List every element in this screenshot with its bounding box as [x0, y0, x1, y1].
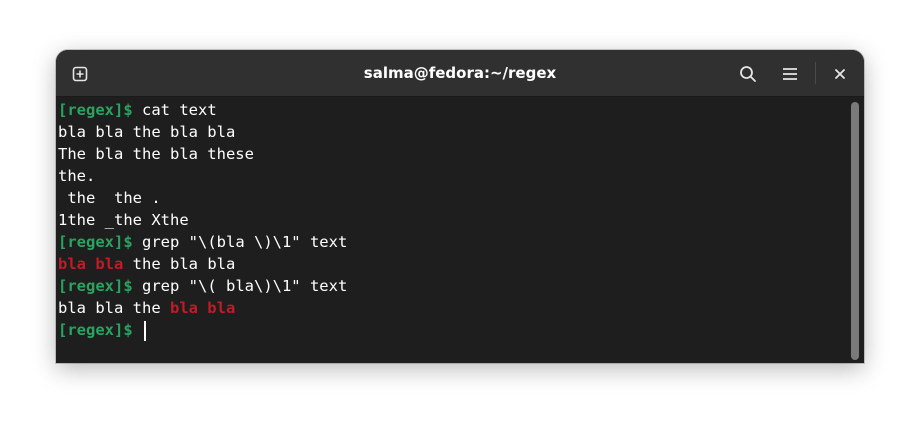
output-text: bla bla the bla bla: [58, 123, 236, 141]
output-text: the.: [58, 167, 96, 185]
output-line: 1the _the Xthe: [58, 209, 347, 231]
output-text: The bla the bla these: [58, 145, 254, 163]
shell-prompt: [regex]$: [58, 233, 133, 251]
output-line: The bla the bla these: [58, 143, 347, 165]
command-text: cat text: [142, 101, 217, 119]
output-text: 1the _the Xthe: [58, 211, 189, 229]
grep-match-highlight: bla bla: [58, 255, 124, 273]
titlebar-separator: [815, 62, 816, 84]
shell-prompt: [regex]$: [58, 101, 133, 119]
shell-prompt: [regex]$: [58, 321, 133, 339]
close-icon: [835, 69, 845, 79]
command-text: grep "\(bla \)\1" text: [142, 233, 348, 251]
terminal-window: salma@fedora:~/regex [regex]$ cat text bl…: [56, 50, 864, 363]
command-line: [regex]$ grep "\( bla\)\1" text: [58, 275, 347, 297]
output-text: the the .: [58, 189, 161, 207]
hamburger-menu-icon: [783, 68, 797, 80]
command-line: [regex]$ grep "\(bla \)\1" text: [58, 231, 347, 253]
grep-result-line: bla bla the bla bla: [58, 297, 347, 319]
output-line: the the .: [58, 187, 347, 209]
grep-result-line: bla bla the bla bla: [58, 253, 347, 275]
search-icon: [740, 66, 756, 82]
command-line: [regex]$ cat text: [58, 99, 347, 121]
command-text: grep "\( bla\)\1" text: [142, 277, 348, 295]
output-line: the.: [58, 165, 347, 187]
close-button[interactable]: [826, 60, 854, 88]
terminal-area[interactable]: [regex]$ cat text bla bla the bla bla The …: [56, 97, 864, 363]
shell-prompt: [regex]$: [58, 277, 133, 295]
output-line: bla bla the bla bla: [58, 121, 347, 143]
scrollbar[interactable]: [851, 102, 859, 360]
menu-button[interactable]: [776, 60, 804, 88]
search-button[interactable]: [734, 60, 762, 88]
title-bar[interactable]: salma@fedora:~/regex: [56, 50, 864, 97]
output-text: the bla bla: [123, 255, 236, 273]
grep-match-highlight: bla bla: [169, 299, 236, 317]
command-line: [regex]$: [58, 319, 347, 341]
output-text: bla bla the: [58, 299, 170, 317]
text-cursor: [144, 320, 146, 341]
terminal-output: [regex]$ cat text bla bla the bla bla The …: [58, 99, 347, 341]
